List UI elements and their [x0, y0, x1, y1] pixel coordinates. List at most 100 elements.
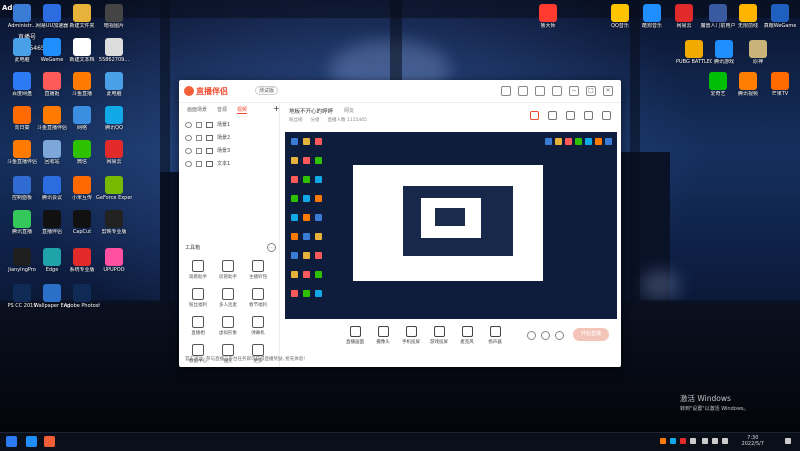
- gift-icon[interactable]: [530, 111, 539, 120]
- desktop-icon[interactable]: 此电脑: [96, 72, 132, 97]
- start-icon[interactable]: [6, 436, 17, 447]
- source-type-icon[interactable]: [206, 121, 213, 128]
- tray-icon[interactable]: [690, 438, 696, 444]
- desktop-icon[interactable]: 网易云: [666, 4, 702, 29]
- desktop-icon[interactable]: CapCut: [64, 210, 100, 235]
- desktop-icon[interactable]: 暗视图片: [96, 4, 132, 29]
- desktop-icon[interactable]: 斗鱼直播: [64, 72, 100, 97]
- desktop-icon[interactable]: Adobe Photosh...: [64, 284, 100, 309]
- source-item[interactable]: 文本1: [179, 157, 279, 170]
- notification-icon[interactable]: [785, 438, 791, 444]
- minimize-icon[interactable]: −: [569, 86, 579, 96]
- lock-icon[interactable]: [196, 147, 202, 154]
- version-badge[interactable]: 测试版: [255, 86, 279, 95]
- source-item[interactable]: 场景2: [179, 131, 279, 144]
- add-scene-icon[interactable]: +: [273, 104, 280, 113]
- tool-item[interactable]: 主播铃铛: [243, 260, 273, 280]
- source-type-icon[interactable]: [206, 134, 213, 141]
- tray-icon[interactable]: [670, 438, 676, 444]
- source-item[interactable]: 场景1: [179, 118, 279, 131]
- source-type-icon[interactable]: [206, 147, 213, 154]
- source-item[interactable]: 场景3: [179, 144, 279, 157]
- preview-desktop-icon: [291, 176, 298, 183]
- desktop-icon[interactable]: 微信: [64, 140, 100, 165]
- desktop-icon[interactable]: 腾讯QQ: [96, 106, 132, 131]
- desktop-icon[interactable]: 小米互传: [64, 176, 100, 201]
- desktop-icon[interactable]: 无限前线: [730, 4, 766, 29]
- lock-icon[interactable]: [196, 121, 202, 128]
- preview-desktop-icon: [605, 138, 612, 145]
- maximize-icon[interactable]: □: [586, 86, 596, 96]
- desktop-icon[interactable]: 腾讯游戏: [706, 40, 742, 65]
- menu-icon[interactable]: [552, 86, 562, 96]
- desktop-icon[interactable]: GeForce Experience: [96, 176, 132, 201]
- live-preview[interactable]: [285, 132, 617, 319]
- tool-item[interactable]: 弹幕机: [243, 316, 273, 336]
- desktop-icon[interactable]: 酷狗音乐: [634, 4, 670, 29]
- share-icon[interactable]: [602, 111, 611, 120]
- source-type-icon[interactable]: [206, 160, 213, 167]
- desktop-icon[interactable]: 剪映专业版: [96, 210, 132, 235]
- tool-item[interactable]: 多人连麦: [213, 288, 243, 308]
- tool-item[interactable]: 直播相: [183, 316, 213, 336]
- mail-icon[interactable]: [566, 111, 575, 120]
- desktop-icon[interactable]: 真眼WeGame: [762, 4, 798, 29]
- desktop-icon[interactable]: UPUPOO: [96, 248, 132, 273]
- room-title[interactable]: 地板不开心的婷婷: [289, 107, 333, 115]
- desktop-icon[interactable]: 网络: [64, 106, 100, 131]
- tray-icon[interactable]: [660, 438, 666, 444]
- desktop-icon[interactable]: 网易云: [96, 140, 132, 165]
- lock-icon[interactable]: [548, 111, 557, 120]
- eye-icon[interactable]: [185, 160, 192, 167]
- desktop-icon[interactable]: 原神: [740, 40, 776, 65]
- desktop-icon[interactable]: 鲁大师: [530, 4, 566, 29]
- camera-toggle-icon[interactable]: [527, 331, 536, 340]
- eye-icon[interactable]: [185, 147, 192, 154]
- lock-icon[interactable]: [196, 134, 202, 141]
- more-icon[interactable]: …: [267, 243, 276, 252]
- control-button[interactable]: 扬声器: [481, 326, 509, 345]
- tab-video[interactable]: 视频: [237, 106, 248, 114]
- tool-item[interactable]: 房管助手: [213, 260, 243, 280]
- control-button[interactable]: 麦克风: [453, 326, 481, 345]
- tab-scene[interactable]: 画面场景: [187, 106, 207, 114]
- desktop-icon[interactable]: 芒果TV: [762, 72, 798, 97]
- tool-item[interactable]: 春节福利: [243, 288, 273, 308]
- desktop-icon[interactable]: 55862709...: [96, 38, 132, 63]
- control-button[interactable]: 直播画面: [341, 326, 369, 345]
- gear-icon[interactable]: [535, 86, 545, 96]
- desktop-icon[interactable]: 新建文件夹: [64, 4, 100, 29]
- room-category[interactable]: 网友: [344, 107, 354, 114]
- desktop-icon[interactable]: QQ音乐: [602, 4, 638, 29]
- desktop-icon[interactable]: 腾讯视频: [730, 72, 766, 97]
- tool-item[interactable]: 粉丝福利: [183, 288, 213, 308]
- start-live-button[interactable]: 开始直播: [573, 328, 609, 341]
- tool-item[interactable]: 虚拟形象: [213, 316, 243, 336]
- eye-icon[interactable]: [185, 121, 192, 128]
- desktop-icon[interactable]: 新建文本档: [64, 38, 100, 63]
- app-titlebar[interactable]: 直播伴侣 测试版 − □ ×: [179, 80, 621, 103]
- lock-icon[interactable]: [196, 160, 202, 167]
- bell-icon[interactable]: [584, 111, 593, 120]
- control-button[interactable]: 游戏投屏: [425, 326, 453, 345]
- control-button[interactable]: 手机投屏: [397, 326, 425, 345]
- search-icon[interactable]: [26, 436, 37, 447]
- gear-icon[interactable]: [555, 331, 564, 340]
- tab-audio[interactable]: 音源: [217, 106, 227, 114]
- close-icon[interactable]: ×: [603, 86, 613, 96]
- avatar-icon[interactable]: [501, 86, 511, 96]
- app-taskbar-icon[interactable]: [44, 436, 55, 447]
- mail-icon[interactable]: [518, 86, 528, 96]
- live-companion-window[interactable]: 直播伴侣 测试版 − □ × 画面场景 音源 视频 场景1 场景2 场景3 文本1 工…: [179, 80, 621, 367]
- clock[interactable]: 7:30 2022/5/7: [742, 435, 764, 447]
- ime-icon[interactable]: [722, 438, 728, 444]
- volume-icon[interactable]: [712, 438, 718, 444]
- settings-icon[interactable]: [541, 331, 550, 340]
- desktop-icon-label: 腾讯游戏: [713, 59, 734, 65]
- eye-icon[interactable]: [185, 134, 192, 141]
- network-icon[interactable]: [702, 438, 708, 444]
- tray-icon[interactable]: [680, 438, 686, 444]
- control-button[interactable]: 摄像头: [369, 326, 397, 345]
- desktop-icon[interactable]: 系统专业版: [64, 248, 100, 273]
- tool-item[interactable]: 观看助手: [183, 260, 213, 280]
